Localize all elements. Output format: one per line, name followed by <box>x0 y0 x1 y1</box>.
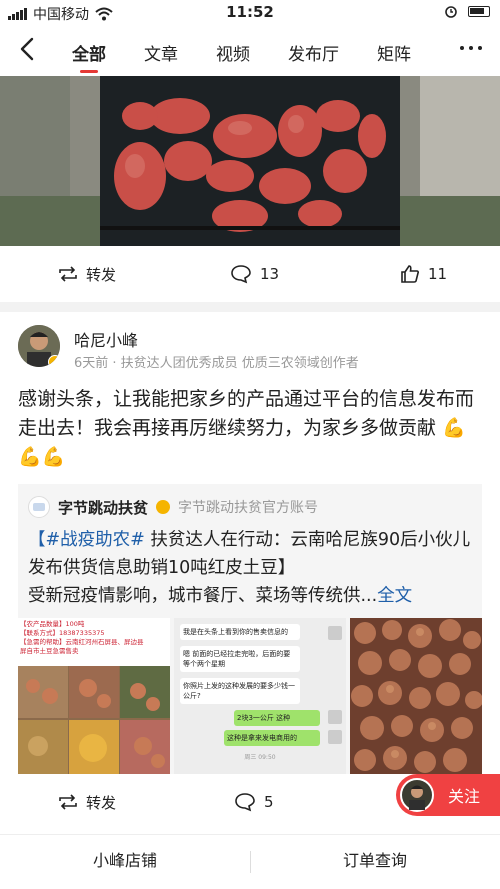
share-label: 转发 <box>86 793 117 812</box>
bottom-bar: 小峰店铺 订单查询 <box>0 834 500 889</box>
info-line: 【急需的帮助】云南红河州石屏县、屏边县 <box>20 638 144 646</box>
quote-image-potatoes[interactable] <box>350 618 482 774</box>
divider <box>0 302 500 312</box>
post-author: 哈尼小峰 6天前 · 扶贫达人团优秀成员 优质三农领域创作者 <box>18 323 488 373</box>
author-meta: 6天前 · 扶贫达人团优秀成员 优质三农领域创作者 <box>74 356 359 371</box>
tab-videos[interactable]: 视频 <box>216 40 250 65</box>
tab-publish-hall[interactable]: 发布厅 <box>288 40 339 65</box>
hashtag-link[interactable]: 【#战疫助农# <box>28 530 145 550</box>
tab-matrix[interactable]: 矩阵 <box>377 40 411 65</box>
tab-articles[interactable]: 文章 <box>144 40 178 65</box>
chat-time: 周三 09:50 <box>244 754 276 761</box>
share-button[interactable]: 转发 <box>58 264 116 285</box>
chat-avatar <box>328 626 342 640</box>
alarm-icon <box>445 6 457 18</box>
more-icon[interactable] <box>460 46 482 50</box>
quote-images: 【农产品数量】100吨 【联系方式】18387335375 【急需的帮助】云南红… <box>18 618 482 774</box>
follow-button[interactable]: 关注 <box>396 774 500 816</box>
chat-message: 这种是拿来发电商用的 <box>224 730 320 746</box>
status-time: 11:52 <box>226 3 274 21</box>
author-name[interactable]: 哈尼小峰 <box>74 327 138 351</box>
chat-message: 我是在头条上看到你的售卖信息的 <box>180 624 300 640</box>
chat-message: 嗯 前面的已经拉走完啦，后面的要等个两个星期 <box>180 646 300 672</box>
comment-button[interactable]: 13 <box>230 264 279 284</box>
like-button[interactable]: 11 <box>400 264 447 284</box>
info-line: 屏自市土豆急需售卖 <box>20 647 79 655</box>
post-photo-potato-basket[interactable] <box>0 76 500 246</box>
chat-avatar <box>328 710 342 724</box>
back-arrow-icon[interactable] <box>14 34 44 64</box>
quote-image-chat[interactable]: 我是在头条上看到你的售卖信息的 嗯 前面的已经拉走完啦，后面的要等个两个星期 你… <box>174 618 346 774</box>
post-text: 感谢头条，让我能把家乡的产品通过平台的信息发布而走出去！我会再接再厉继续努力，为… <box>18 388 475 439</box>
quote-snippet: 受新冠疫情影响，城市餐厅、菜场等传统供... <box>28 586 378 606</box>
share-label: 转发 <box>86 265 117 284</box>
orders-button[interactable]: 订单查询 <box>250 835 500 889</box>
quote-source-name[interactable]: 字节跳动扶贫 <box>58 497 148 518</box>
thumbs-up-icon <box>401 265 419 283</box>
info-line: 【农产品数量】100吨 <box>20 620 85 628</box>
shop-button[interactable]: 小峰店铺 <box>0 835 250 889</box>
verified-badge-icon <box>48 355 60 367</box>
top-navigation: 全部 文章 视频 发布厅 矩阵 <box>0 26 500 76</box>
follow-label: 关注 <box>448 787 481 806</box>
quote-image-info[interactable]: 【农产品数量】100吨 【联系方式】18387335375 【急需的帮助】云南红… <box>18 618 170 774</box>
quote-text: 【#战疫助农# 扶贫达人在行动：云南哈尼族90后小伙儿发布供货信息助销10吨红皮… <box>28 526 476 610</box>
comment-count: 13 <box>260 265 280 283</box>
info-line: 【联系方式】18387335375 <box>20 629 105 637</box>
source-logo-icon <box>28 496 50 518</box>
battery-icon <box>468 5 490 17</box>
tab-all[interactable]: 全部 <box>72 40 106 73</box>
verified-badge-icon <box>156 500 171 514</box>
like-count: 11 <box>428 265 448 283</box>
comment-count: 5 <box>264 793 274 811</box>
chat-message: 2块3一公斤 这种 <box>234 710 320 726</box>
comment-icon <box>231 265 251 284</box>
avatar[interactable] <box>18 325 60 367</box>
follow-avatar <box>400 778 434 812</box>
chat-avatar <box>328 730 342 744</box>
repost-icon <box>59 266 77 282</box>
share-button[interactable]: 转发 <box>58 792 116 813</box>
quoted-article[interactable]: 字节跳动扶贫 字节跳动扶贫官方账号 【#战疫助农# 扶贫达人在行动：云南哈尼族9… <box>18 484 482 774</box>
repost-icon <box>59 794 77 810</box>
chat-message: 你照片上发的这种发展的要多少钱一公斤? <box>180 678 300 704</box>
comment-button[interactable]: 5 <box>234 792 274 812</box>
top-post-actions: 转发 13 11 <box>0 248 500 300</box>
status-bar: 中国移动 11:52 <box>0 0 500 26</box>
post-body: 感谢头条，让我能把家乡的产品通过平台的信息发布而走出去！我会再接再厉继续努力，为… <box>18 385 484 472</box>
full-text-link[interactable]: 全文 <box>377 586 412 606</box>
quote-header: 字节跳动扶贫 字节跳动扶贫官方账号 <box>28 496 318 518</box>
comment-icon <box>235 793 255 812</box>
quote-source-desc: 字节跳动扶贫官方账号 <box>178 500 319 516</box>
